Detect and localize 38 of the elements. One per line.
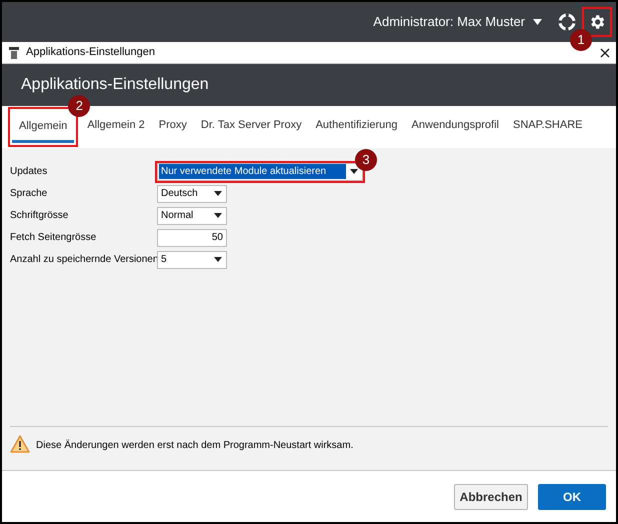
close-button[interactable] bbox=[600, 48, 610, 58]
app-icon bbox=[8, 46, 20, 60]
tab[interactable]: Authentifizierung bbox=[308, 112, 405, 142]
field-value: Normal bbox=[160, 209, 194, 223]
caret-icon bbox=[533, 19, 542, 25]
field-label: Sprache bbox=[10, 187, 48, 201]
step-number-badge: 3 bbox=[355, 148, 377, 170]
field-value: 5 bbox=[160, 253, 168, 267]
field-label: Schriftgrösse bbox=[10, 209, 70, 223]
cancel-button[interactable]: Abbrechen bbox=[454, 484, 528, 510]
field-value: 50 bbox=[210, 231, 224, 245]
user-menu[interactable]: Administrator: Max Muster bbox=[373, 12, 542, 32]
input-field[interactable]: 50 bbox=[157, 228, 227, 246]
caret-icon bbox=[214, 191, 222, 196]
dropdown-field[interactable]: 5 bbox=[157, 250, 227, 268]
field-value: Nur verwendete Module aktualisieren bbox=[159, 164, 346, 179]
caret-icon bbox=[350, 169, 358, 174]
step-number-badge: 1 bbox=[570, 29, 592, 51]
warning-icon bbox=[10, 435, 30, 453]
dropdown-field[interactable]: Deutsch bbox=[157, 184, 227, 202]
lifebuoy-icon[interactable] bbox=[558, 13, 576, 31]
tab[interactable]: Dr. Tax Server Proxy bbox=[194, 112, 309, 142]
field-label: Fetch Seitengrösse bbox=[10, 231, 98, 245]
field-label: Updates bbox=[10, 165, 48, 179]
warning-message: Diese Änderungen werden erst nach dem Programm-Neustart wirksam. bbox=[36, 438, 354, 453]
dropdown-field[interactable]: Normal bbox=[157, 206, 227, 224]
tab[interactable]: Proxy bbox=[152, 112, 194, 142]
close-icon bbox=[600, 48, 610, 58]
dialog-heading: Applikations-Einstellungen bbox=[21, 75, 209, 95]
dropdown-field[interactable]: Nur verwendete Module aktualisieren bbox=[157, 162, 363, 180]
field-value: Deutsch bbox=[160, 187, 199, 201]
caret-icon bbox=[214, 213, 222, 218]
tab[interactable]: SNAP.SHARE bbox=[506, 112, 590, 142]
step-number-badge: 2 bbox=[68, 95, 90, 117]
caret-icon bbox=[214, 257, 222, 262]
ok-button[interactable]: OK bbox=[538, 484, 606, 510]
tab[interactable]: Anwendungsprofil bbox=[404, 112, 506, 142]
window-title: Applikations-Einstellungen bbox=[26, 45, 156, 60]
